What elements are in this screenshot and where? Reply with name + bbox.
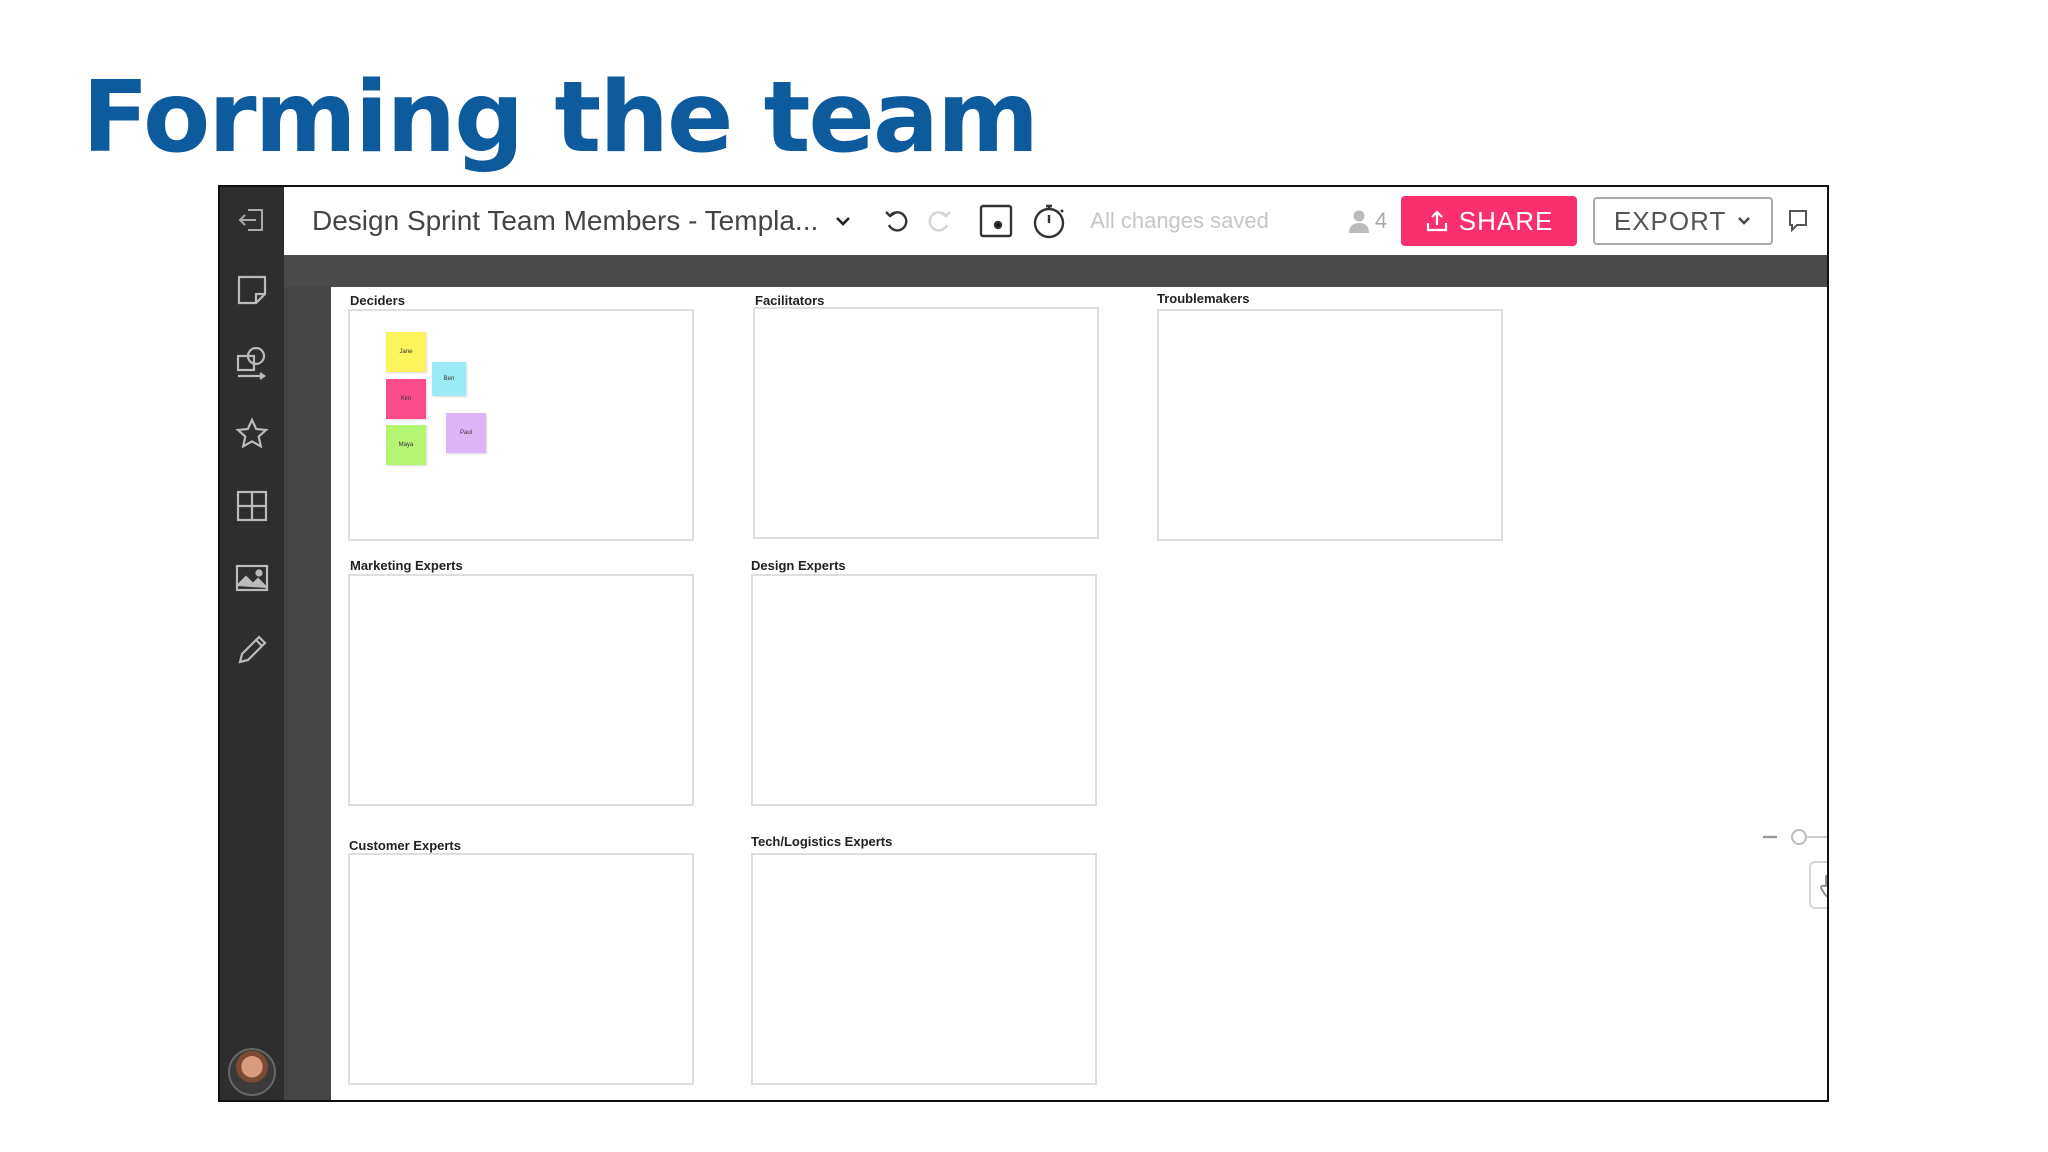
- timer-icon[interactable]: [1030, 202, 1068, 240]
- frame-label-troublemakers: Troublemakers: [1157, 291, 1250, 306]
- whiteboard-canvas[interactable]: Deciders Jane Ben Kim Paul Maya Facilita…: [331, 287, 1827, 1100]
- sticky-note[interactable]: Kim: [386, 379, 426, 419]
- frame-troublemakers[interactable]: [1157, 309, 1503, 541]
- avatar[interactable]: [228, 1048, 276, 1096]
- star-icon[interactable]: [220, 409, 284, 459]
- upload-icon: [1426, 210, 1447, 232]
- frame-marketing-experts[interactable]: [348, 574, 694, 806]
- sidebar: [220, 187, 284, 1100]
- pan-tool-button[interactable]: [1809, 861, 1827, 909]
- frame-tech-logistics-experts[interactable]: [751, 853, 1097, 1085]
- collaborators[interactable]: 4: [1347, 208, 1387, 234]
- sticky-note[interactable]: Ben: [432, 362, 466, 396]
- frame-label-tech-logistics-experts: Tech/Logistics Experts: [751, 834, 893, 849]
- user-icon: [1348, 210, 1369, 233]
- sticky-note-text: Jane: [399, 349, 413, 355]
- share-label: SHARE: [1458, 205, 1554, 236]
- sticky-note-text: Kim: [400, 396, 412, 402]
- sticky-note-text: Maya: [398, 442, 414, 448]
- collaborator-count: 4: [1374, 208, 1388, 233]
- sticky-note-text: Paul: [459, 430, 472, 436]
- sticky-note-text: Ben: [443, 376, 455, 382]
- document-title[interactable]: Design Sprint Team Members - Templa...: [312, 205, 818, 237]
- shapes-icon[interactable]: [220, 337, 284, 387]
- frame-design-experts[interactable]: [751, 574, 1097, 806]
- whiteboard-app-window: Design Sprint Team Members - Templa... A…: [218, 185, 1829, 1102]
- frame-label-marketing-experts: Marketing Experts: [350, 558, 463, 573]
- sticky-note-icon[interactable]: [220, 265, 284, 315]
- comment-icon[interactable]: [1787, 208, 1809, 234]
- canvas-background: [284, 255, 1827, 287]
- undo-icon[interactable]: [882, 206, 912, 236]
- redo-icon[interactable]: [924, 206, 954, 236]
- frame-label-customer-experts: Customer Experts: [349, 838, 461, 853]
- frame-label-deciders: Deciders: [350, 293, 405, 308]
- sticky-note[interactable]: Paul: [446, 413, 486, 453]
- frame-label-facilitators: Facilitators: [755, 293, 825, 308]
- sticky-note[interactable]: Maya: [386, 425, 426, 465]
- share-button[interactable]: SHARE: [1401, 196, 1578, 246]
- chevron-down-icon[interactable]: [834, 212, 852, 230]
- frame-deciders[interactable]: Jane Ben Kim Paul Maya: [348, 309, 694, 541]
- grid-icon[interactable]: [220, 481, 284, 531]
- export-label: EXPORT: [1613, 205, 1727, 236]
- sticky-note[interactable]: Jane: [386, 332, 426, 372]
- toolbar: Design Sprint Team Members - Templa... A…: [284, 187, 1827, 255]
- zoom-slider[interactable]: [1757, 827, 1827, 847]
- save-status: All changes saved: [1090, 208, 1269, 233]
- presentation-icon[interactable]: [978, 203, 1014, 239]
- image-icon[interactable]: [220, 553, 284, 603]
- export-button[interactable]: EXPORT: [1593, 197, 1774, 245]
- frame-facilitators[interactable]: [753, 307, 1099, 539]
- frame-label-design-experts: Design Experts: [751, 558, 846, 573]
- frame-customer-experts[interactable]: [348, 853, 694, 1085]
- chevron-down-icon: [1738, 217, 1751, 225]
- hand-icon: [1820, 874, 1827, 898]
- slide-title: Forming the team: [82, 61, 1039, 175]
- pencil-icon[interactable]: [220, 625, 284, 675]
- exit-icon[interactable]: [220, 195, 284, 245]
